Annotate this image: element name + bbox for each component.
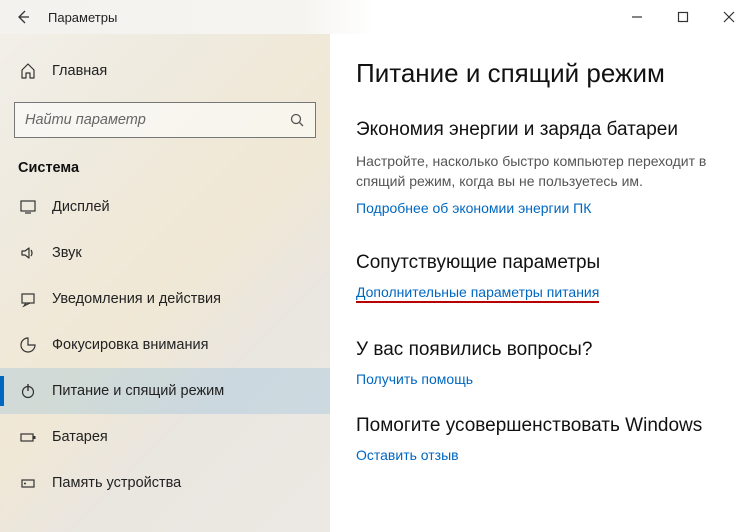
sidebar-item-label: Память устройства (52, 475, 181, 491)
energy-title: Экономия энергии и заряда батареи (356, 119, 732, 141)
main-content: Питание и спящий режим Экономия энергии … (330, 34, 752, 532)
help-link[interactable]: Получить помощь (356, 371, 473, 387)
sidebar-item-power[interactable]: Питание и спящий режим (0, 368, 330, 414)
sidebar-section-title: Система (0, 138, 330, 184)
search-icon (289, 112, 305, 128)
sidebar-item-notifications[interactable]: Уведомления и действия (0, 276, 330, 322)
sidebar-item-battery[interactable]: Батарея (0, 414, 330, 460)
focus-icon (18, 336, 38, 354)
sidebar-item-display[interactable]: Дисплей (0, 184, 330, 230)
sidebar-item-focus[interactable]: Фокусировка внимания (0, 322, 330, 368)
sidebar-item-storage[interactable]: Память устройства (0, 460, 330, 506)
sidebar: Главная Система Дисплей Звук (0, 34, 330, 532)
help-title: У вас появились вопросы? (356, 339, 732, 361)
sidebar-item-label: Звук (52, 245, 82, 261)
home-icon (18, 62, 38, 80)
energy-desc: Настройте, насколько быстро компьютер пе… (356, 151, 732, 192)
sidebar-item-label: Фокусировка внимания (52, 337, 208, 353)
sidebar-item-label: Питание и спящий режим (52, 383, 224, 399)
related-title: Сопутствующие параметры (356, 252, 732, 274)
energy-link[interactable]: Подробнее об экономии энергии ПК (356, 200, 591, 216)
sidebar-item-sound[interactable]: Звук (0, 230, 330, 276)
power-icon (18, 382, 38, 400)
maximize-button[interactable] (660, 0, 706, 34)
sidebar-home-label: Главная (52, 63, 107, 79)
sidebar-item-label: Батарея (52, 429, 108, 445)
sidebar-item-label: Уведомления и действия (52, 291, 221, 307)
notifications-icon (18, 290, 38, 308)
close-button[interactable] (706, 0, 752, 34)
back-button[interactable] (0, 0, 46, 34)
page-heading: Питание и спящий режим (356, 58, 732, 89)
search-box[interactable] (14, 102, 316, 138)
sound-icon (18, 244, 38, 262)
battery-icon (18, 428, 38, 446)
sidebar-item-label: Дисплей (52, 199, 110, 215)
storage-icon (18, 474, 38, 492)
search-input[interactable] (25, 112, 289, 128)
window-title: Параметры (46, 10, 614, 25)
display-icon (18, 198, 38, 216)
sidebar-home[interactable]: Главная (0, 50, 330, 92)
feedback-title: Помогите усовершенствовать Windows (356, 415, 732, 437)
feedback-link[interactable]: Оставить отзыв (356, 447, 459, 463)
minimize-button[interactable] (614, 0, 660, 34)
related-link[interactable]: Дополнительные параметры питания (356, 284, 599, 303)
